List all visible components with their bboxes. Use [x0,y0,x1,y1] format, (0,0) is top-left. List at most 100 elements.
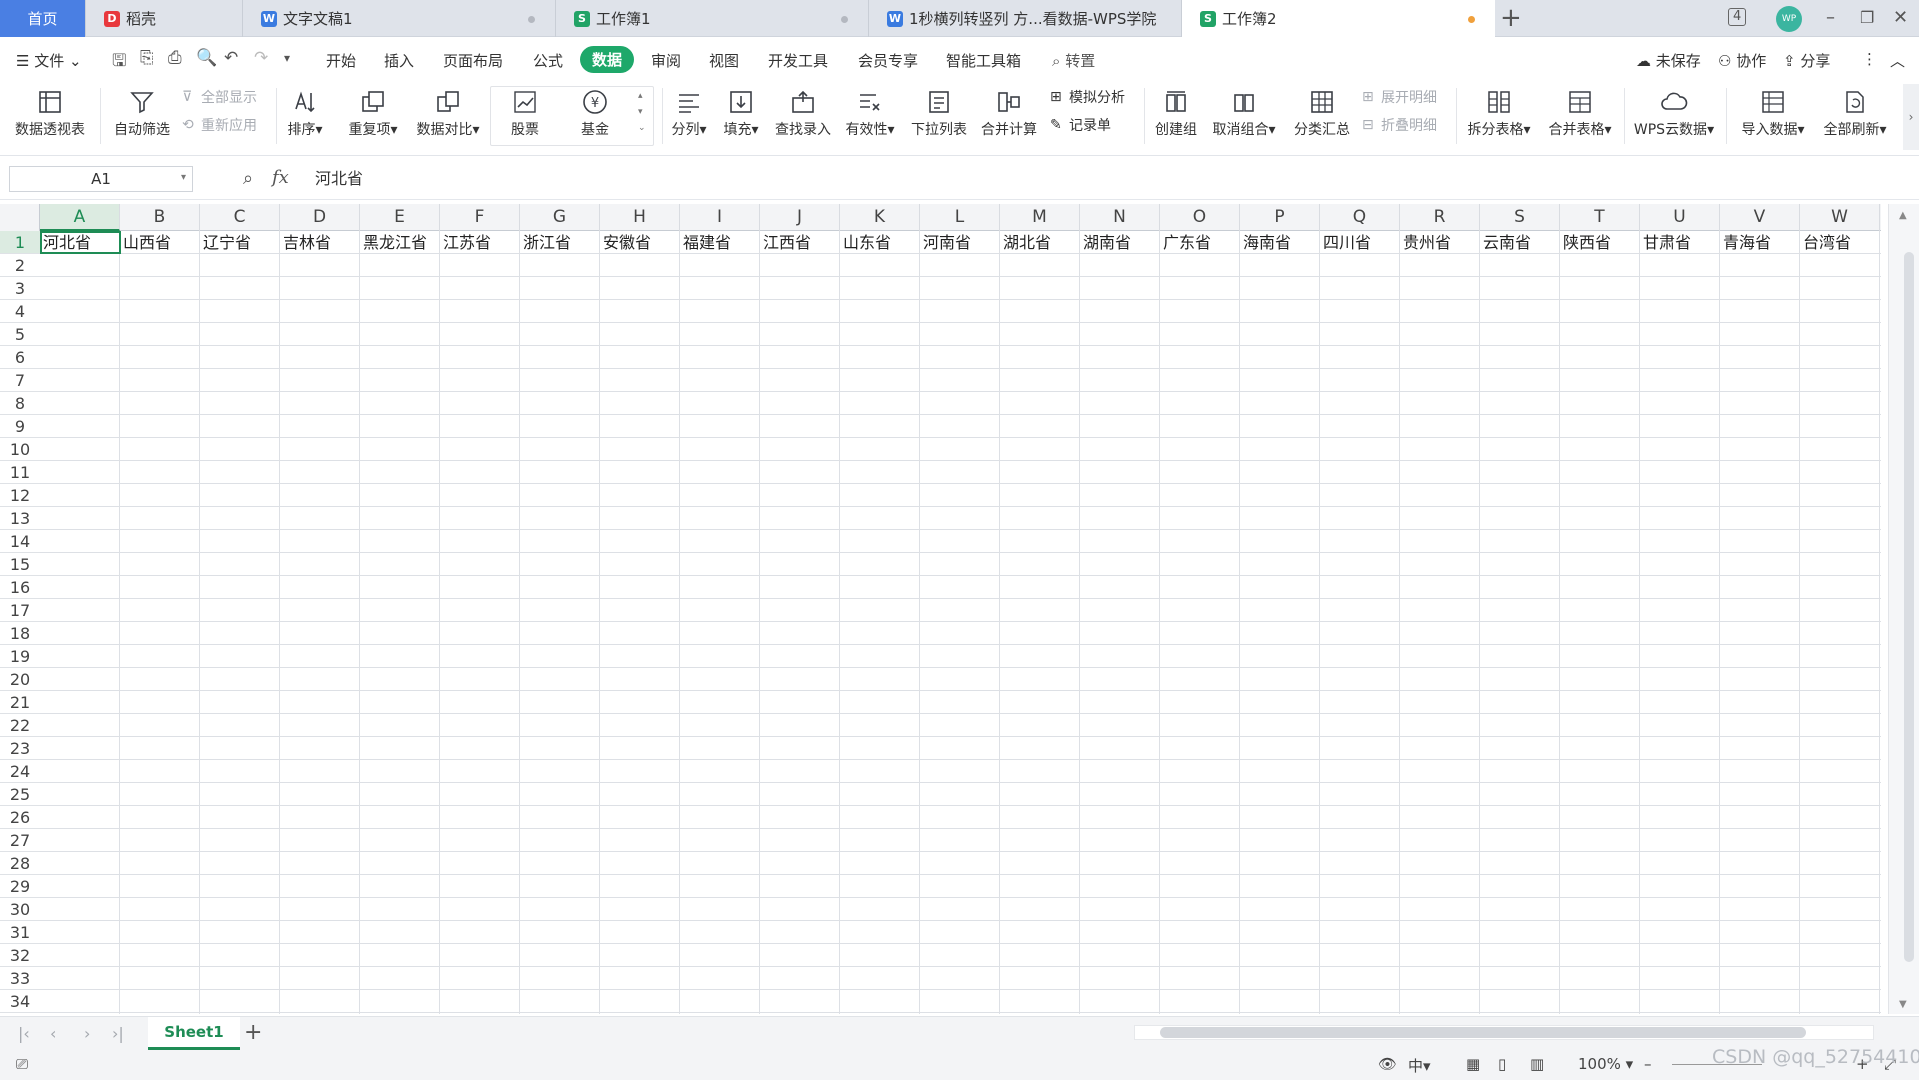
column-header[interactable]: U [1640,204,1720,231]
dropdown-list-button[interactable]: 下拉列表 [906,84,972,146]
column-header[interactable]: A [40,204,120,231]
gallery-scroll-icon[interactable]: ▴ ▾ ⌄ [638,88,646,136]
refresh-all-button[interactable]: 全部刷新▾ [1816,84,1894,146]
first-sheet-icon[interactable]: |‹ [18,1024,30,1043]
menu-tab-smart-toolbox[interactable]: 智能工具箱 [946,50,1021,71]
column-header[interactable]: I [680,204,760,231]
cell[interactable]: 四川省 [1320,231,1401,254]
print-preview-icon[interactable]: 🔍 [196,48,217,68]
active-cell[interactable]: 河北省 [40,231,121,254]
name-box[interactable]: A1 ▾ [9,166,193,192]
export-icon[interactable]: ⎘ [140,48,154,68]
cell[interactable]: 青海省 [1720,231,1801,254]
fill-button[interactable]: 填充▾ [716,84,766,146]
stock-button[interactable]: 股票 [500,84,550,146]
column-header[interactable]: Q [1320,204,1400,231]
column-header[interactable]: T [1560,204,1640,231]
row-header[interactable]: 2 [0,254,40,277]
column-header[interactable]: L [920,204,1000,231]
share-button[interactable]: ⇪ 分享 [1783,50,1830,71]
column-header[interactable]: F [440,204,520,231]
row-header[interactable]: 32 [0,944,40,967]
column-header[interactable]: D [280,204,360,231]
restore-icon[interactable]: ❐ [1860,6,1874,30]
tab-wps-academy[interactable]: W 1秒横列转竖列 方...看数据-WPS学院 [869,0,1182,37]
cell[interactable]: 湖北省 [1000,231,1081,254]
create-group-button[interactable]: 创建组 [1150,84,1202,146]
collapse-ribbon-icon[interactable]: ︿ [1890,50,1905,71]
menu-tab-formula[interactable]: 公式 [533,50,563,71]
prev-sheet-icon[interactable]: ‹ [50,1024,56,1043]
redo-icon[interactable]: ↷ [254,48,268,68]
zoom-search-icon[interactable]: ⌕ [243,168,253,189]
row-header[interactable]: 18 [0,622,40,645]
tab-workbook1[interactable]: S 工作簿1 [556,0,869,37]
row-header[interactable]: 17 [0,599,40,622]
cell[interactable]: 河南省 [920,231,1001,254]
cell[interactable]: 安徽省 [600,231,681,254]
normal-view-icon[interactable]: ▦ [1466,1055,1480,1073]
cell[interactable]: 山西省 [120,231,201,254]
menu-tab-data[interactable]: 数据 [580,46,635,73]
autofilter-button[interactable]: 自动筛选 [108,84,176,146]
cell[interactable]: 辽宁省 [200,231,281,254]
row-header[interactable]: 4 [0,300,40,323]
row-header[interactable]: 3 [0,277,40,300]
row-header[interactable]: 10 [0,438,40,461]
row-header[interactable]: 11 [0,461,40,484]
duplicates-button[interactable]: 重复项▾ [342,84,404,146]
next-sheet-icon[interactable]: › [84,1024,90,1043]
ungroup-button[interactable]: 取消组合▾ [1208,84,1280,146]
cell[interactable]: 陕西省 [1560,231,1641,254]
quick-access-more-icon[interactable]: ▾ [284,51,290,65]
menu-tab-page-layout[interactable]: 页面布局 [443,50,503,71]
search-box[interactable]: ⌕ 转置 [1052,50,1095,71]
validity-button[interactable]: 有效性▾ [840,84,900,146]
menu-tab-view[interactable]: 视图 [709,50,739,71]
menu-tab-insert[interactable]: 插入 [384,50,414,71]
row-header[interactable]: 14 [0,530,40,553]
column-header[interactable]: S [1480,204,1560,231]
row-header[interactable]: 25 [0,783,40,806]
macro-record-icon[interactable]: ⎚ [16,1055,28,1073]
eye-protection-icon[interactable]: 👁 [1378,1055,1397,1073]
subtotal-button[interactable]: 分类汇总 [1288,84,1356,146]
cell[interactable]: 浙江省 [520,231,601,254]
add-sheet-button[interactable]: + [244,1020,262,1045]
sort-button[interactable]: 排序▾ [282,84,328,146]
row-header[interactable]: 12 [0,484,40,507]
column-header[interactable]: R [1400,204,1480,231]
lookup-entry-button[interactable]: 查找录入 [770,84,836,146]
cell[interactable]: 云南省 [1480,231,1561,254]
scroll-up-icon[interactable]: ▲ [1899,210,1907,221]
row-header[interactable]: 1 [0,231,40,254]
row-header[interactable]: 15 [0,553,40,576]
expand-detail-button[interactable]: ⊞ 展开明细 [1362,86,1437,108]
scroll-down-icon[interactable]: ▼ [1899,999,1907,1010]
minimize-icon[interactable]: – [1826,6,1835,30]
tab-close-dot-icon[interactable] [841,16,848,23]
cell[interactable]: 甘肃省 [1640,231,1721,254]
row-header[interactable]: 34 [0,990,40,1013]
more-menu-icon[interactable]: ⋮ [1862,50,1877,68]
wps-cloud-data-button[interactable]: WPS云数据▾ [1628,84,1720,146]
close-icon[interactable]: ✕ [1893,6,1908,30]
cell[interactable]: 广东省 [1160,231,1241,254]
column-header[interactable]: C [200,204,280,231]
column-header[interactable]: J [760,204,840,231]
column-header[interactable]: W [1800,204,1880,231]
row-header[interactable]: 13 [0,507,40,530]
show-all-button[interactable]: ⊽ 全部显示 [182,86,257,108]
cell[interactable]: 黑龙江省 [360,231,441,254]
cell[interactable]: 贵州省 [1400,231,1481,254]
tab-count-badge[interactable]: 4 [1728,8,1747,26]
row-header[interactable]: 22 [0,714,40,737]
menu-tab-developer[interactable]: 开发工具 [768,50,828,71]
last-sheet-icon[interactable]: ›| [112,1024,124,1043]
column-header[interactable]: V [1720,204,1800,231]
row-header[interactable]: 20 [0,668,40,691]
tab-home[interactable]: 首页 [0,0,86,37]
tab-workbook2[interactable]: S 工作簿2 [1182,0,1495,37]
zoom-out-icon[interactable]: – [1644,1055,1652,1073]
column-header[interactable]: K [840,204,920,231]
